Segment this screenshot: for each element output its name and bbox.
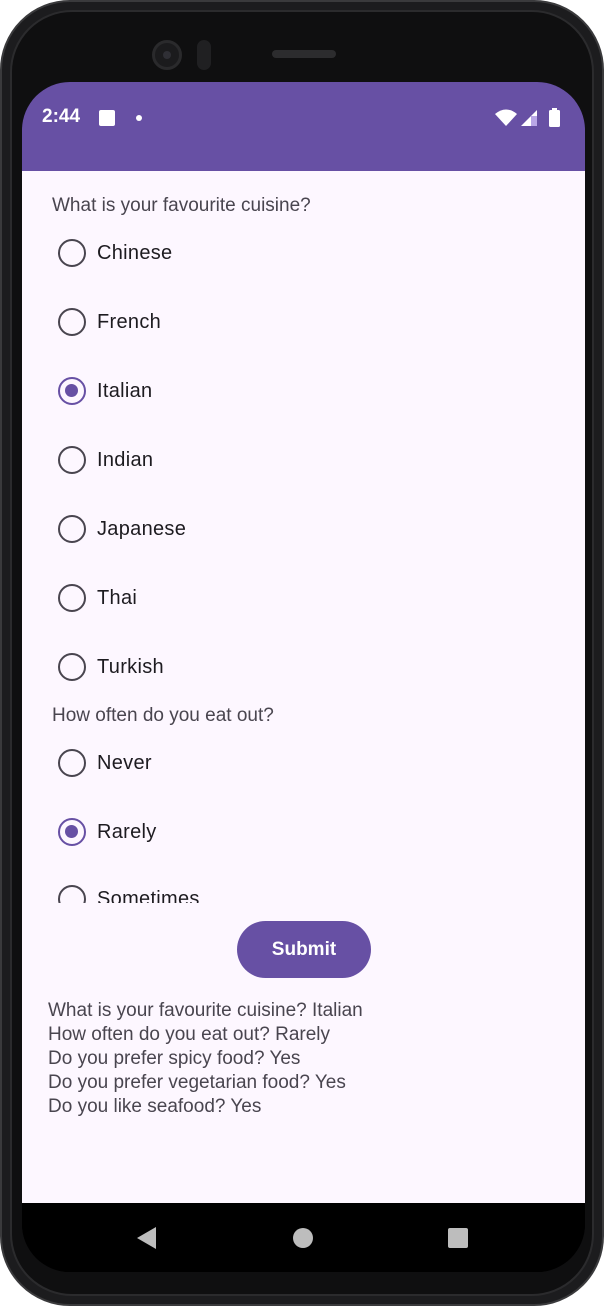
survey-content: What is your favourite cuisine? Chinese … xyxy=(22,171,585,1203)
option-rarely[interactable]: Rarely xyxy=(58,812,157,852)
speaker-icon xyxy=(272,50,336,58)
result-line: Do you like seafood? Yes xyxy=(48,1096,262,1117)
option-label: Italian xyxy=(97,379,153,402)
radio-button[interactable] xyxy=(58,446,86,474)
option-label: French xyxy=(97,310,162,333)
option-label: Japanese xyxy=(97,517,187,540)
option-italian[interactable]: Italian xyxy=(58,371,152,411)
result-line: What is your favourite cuisine? Italian xyxy=(48,1000,363,1021)
option-label: Rarely xyxy=(97,820,157,843)
option-japanese[interactable]: Japanese xyxy=(58,509,186,549)
option-label: Sometimes xyxy=(97,887,200,904)
result-line: Do you prefer spicy food? Yes xyxy=(48,1048,301,1069)
option-label: Turkish xyxy=(97,655,164,678)
submit-button[interactable]: Submit xyxy=(237,921,371,978)
option-turkish[interactable]: Turkish xyxy=(58,647,164,687)
option-never[interactable]: Never xyxy=(58,743,152,783)
phone-frame: 2:44 What is your favourite cuisine? Chi… xyxy=(0,0,604,1306)
home-icon[interactable] xyxy=(293,1228,313,1248)
radio-button[interactable] xyxy=(58,749,86,777)
option-thai[interactable]: Thai xyxy=(58,578,137,618)
radio-button[interactable] xyxy=(58,653,86,681)
radio-button[interactable] xyxy=(58,885,86,903)
question-cuisine: What is your favourite cuisine? xyxy=(52,195,311,216)
results-text: What is your favourite cuisine? Italian … xyxy=(48,999,363,1119)
square-icon xyxy=(99,110,115,126)
status-time: 2:44 xyxy=(42,106,81,127)
option-label: Chinese xyxy=(97,241,173,264)
status-icons xyxy=(495,108,560,127)
dot-icon xyxy=(136,115,142,121)
navigation-bar xyxy=(22,1203,585,1272)
radio-button[interactable] xyxy=(58,239,86,267)
radio-button[interactable] xyxy=(58,308,86,336)
survey-list[interactable]: What is your favourite cuisine? Chinese … xyxy=(22,171,585,903)
question-eat-out: How often do you eat out? xyxy=(52,705,274,726)
wifi-icon xyxy=(495,109,517,126)
back-icon[interactable] xyxy=(137,1227,156,1249)
option-label: Thai xyxy=(97,586,138,609)
camera-icon xyxy=(152,40,182,70)
option-label: Never xyxy=(97,751,152,774)
radio-button[interactable] xyxy=(58,515,86,543)
screen: 2:44 What is your favourite cuisine? Chi… xyxy=(22,82,585,1272)
option-french[interactable]: French xyxy=(58,302,161,342)
result-line: Do you prefer vegetarian food? Yes xyxy=(48,1072,346,1093)
status-bar: 2:44 xyxy=(22,82,585,171)
radio-button[interactable] xyxy=(58,584,86,612)
option-indian[interactable]: Indian xyxy=(58,440,153,480)
sensor-icon xyxy=(197,40,211,70)
battery-icon xyxy=(549,110,560,127)
recents-icon[interactable] xyxy=(448,1228,468,1248)
option-label: Indian xyxy=(97,448,154,471)
radio-button-selected[interactable] xyxy=(58,818,86,846)
signal-icon-dim xyxy=(531,116,537,126)
option-sometimes[interactable]: Sometimes xyxy=(58,879,200,903)
option-chinese[interactable]: Chinese xyxy=(58,233,172,273)
result-line: How often do you eat out? Rarely xyxy=(48,1024,331,1045)
radio-button-selected[interactable] xyxy=(58,377,86,405)
